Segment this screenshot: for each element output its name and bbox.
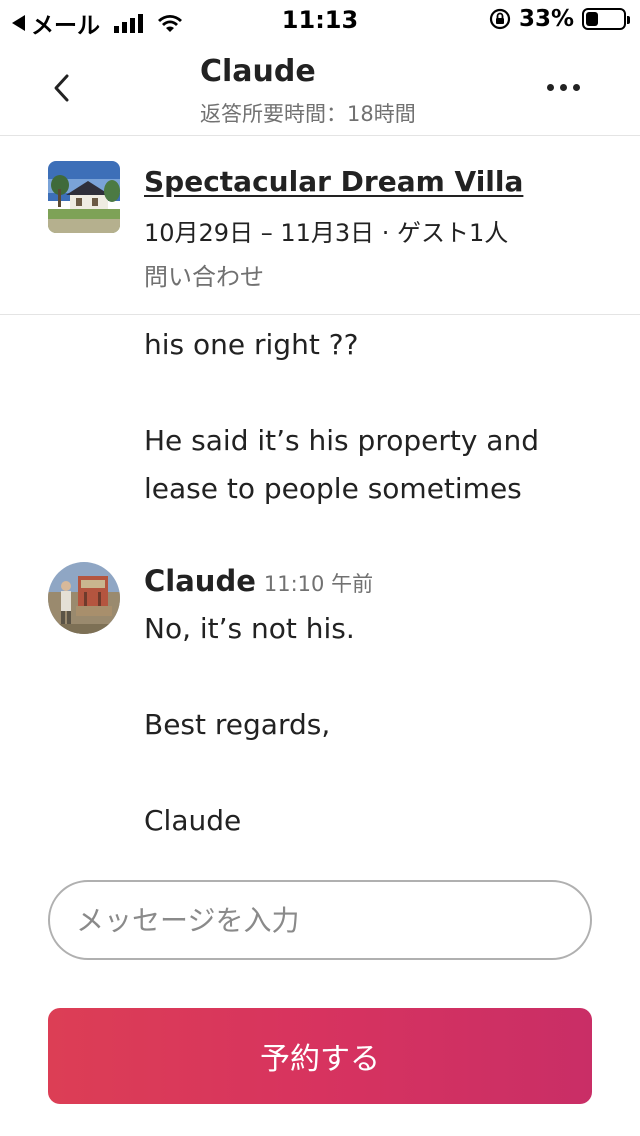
message-line: lease to people sometimes <box>144 472 522 505</box>
battery-nub <box>627 16 630 24</box>
reserve-button[interactable]: 予約する <box>48 1008 592 1104</box>
avatar-photo <box>48 562 120 634</box>
chevron-left-icon <box>54 74 69 102</box>
more-options-button[interactable] <box>547 84 580 91</box>
avatar[interactable] <box>48 562 120 634</box>
listing-dates: 10月29日 – 11月3日 · ゲスト1人 <box>144 219 509 247</box>
message-input[interactable] <box>50 882 590 958</box>
more-horizontal-icon <box>547 84 554 91</box>
sender-name: Claude <box>144 564 256 598</box>
conversation-screen: メール 11:13 33% Claude 返答所要時間：18時間 Spectac… <box>0 0 640 1136</box>
message-line: Claude <box>144 804 242 837</box>
message-line: He said it’s his property and <box>144 424 539 457</box>
message-meta: Claude 11:10 午前 <box>144 564 373 598</box>
back-button[interactable] <box>44 66 80 110</box>
rotation-lock-icon <box>489 8 511 30</box>
message-line: Best regards, <box>144 708 331 741</box>
message-line: his one right ?? <box>144 328 359 361</box>
status-bar: メール 11:13 33% <box>0 0 640 40</box>
message-input-container[interactable] <box>48 880 592 960</box>
battery-icon <box>582 8 630 30</box>
contact-name: Claude <box>200 54 316 89</box>
message-line: No, it’s not his. <box>144 612 355 645</box>
response-time: 返答所要時間：18時間 <box>200 102 416 126</box>
message-time: 11:10 午前 <box>263 572 374 596</box>
listing-title[interactable]: Spectacular Dream Villa <box>144 165 523 198</box>
villa-photo <box>48 161 120 233</box>
message-thread[interactable]: his one right ?? He said it’s his proper… <box>0 316 640 866</box>
battery-percent: 33% <box>518 6 574 32</box>
battery-fill <box>586 12 598 26</box>
more-horizontal-icon <box>560 84 567 91</box>
status-right: 33% <box>489 6 630 32</box>
listing-summary[interactable]: Spectacular Dream Villa 10月29日 – 11月3日 ·… <box>0 137 640 315</box>
listing-thumbnail[interactable] <box>48 161 120 233</box>
conversation-header: Claude 返答所要時間：18時間 <box>0 40 640 136</box>
inquiry-status: 問い合わせ <box>144 263 264 291</box>
more-horizontal-icon <box>573 84 580 91</box>
